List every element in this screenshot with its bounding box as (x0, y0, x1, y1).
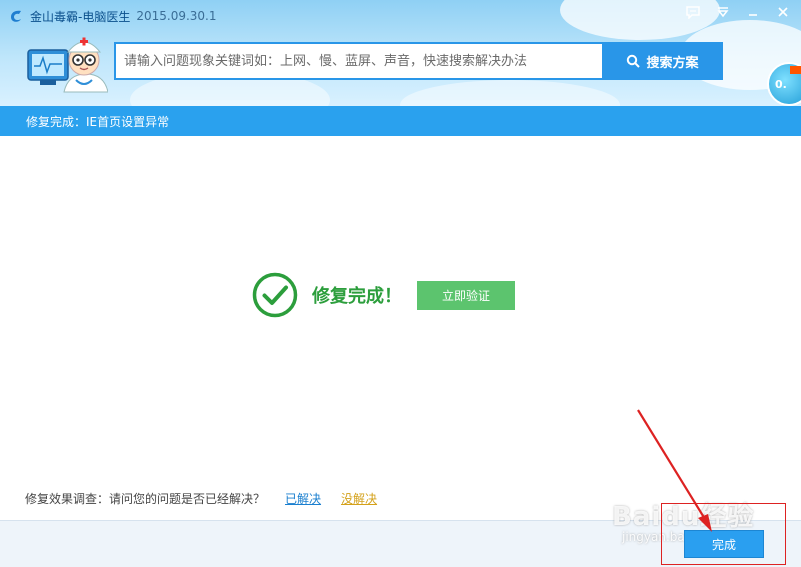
corner-badge (790, 66, 801, 74)
done-button[interactable]: 完成 (684, 530, 764, 558)
status-bar: 修复完成：IE首页设置异常 (0, 106, 801, 136)
speed-ball-label: 0. (775, 77, 787, 91)
watermark-brand: Baidu经验 (612, 502, 755, 532)
search-input[interactable] (116, 44, 604, 78)
app-title: 金山毒霸-电脑医生 (30, 9, 131, 24)
title-bar: 金山毒霸-电脑医生 2015.09.30.1 (8, 6, 217, 26)
repair-result: 修复完成！ (252, 272, 402, 318)
status-text: 修复完成：IE首页设置异常 (26, 114, 170, 129)
window-controls (681, 2, 795, 22)
result-message: 修复完成！ (312, 286, 402, 307)
search-button[interactable]: 搜索方案 (602, 42, 723, 80)
success-check-icon (252, 272, 298, 318)
close-icon[interactable] (771, 2, 795, 22)
watermark-logo: Baidu经验 (612, 496, 754, 533)
verify-now-button[interactable]: 立即验证 (417, 281, 515, 310)
unsolved-link[interactable]: 没解决 (341, 490, 377, 507)
cloud-decoration (400, 80, 620, 106)
app-logo-icon (11, 10, 21, 22)
verify-now-label: 立即验证 (441, 289, 490, 303)
doctor-mascot-icon (27, 37, 108, 93)
solved-link[interactable]: 已解决 (285, 490, 321, 507)
feedback-survey: 修复效果调查：请问您的问题是否已经解决？ 已解决 没解决 (25, 489, 377, 507)
search-icon (627, 54, 641, 68)
search-button-label: 搜索方案 (646, 55, 699, 71)
app-version: 2015.09.30.1 (136, 9, 217, 23)
app-header: 金山毒霸-电脑医生 2015.09.30.1 请输入问题现象关键词如：上网、慢、… (0, 0, 801, 106)
survey-question: 修复效果调查：请问您的问题是否已经解决？ (25, 491, 266, 506)
main-panel (0, 136, 801, 520)
feedback-icon[interactable] (681, 2, 705, 22)
menu-dropdown-icon[interactable] (711, 2, 735, 22)
minimize-icon[interactable] (741, 2, 765, 22)
search-box (114, 42, 604, 80)
done-button-label: 完成 (711, 537, 736, 552)
